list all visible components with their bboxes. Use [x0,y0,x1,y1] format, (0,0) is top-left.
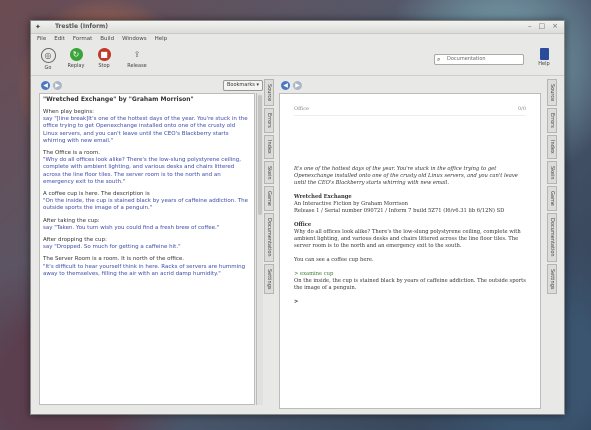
object-list: You can see a coffee cup here. [294,257,374,263]
tab-settings[interactable]: Settings [547,263,557,295]
tab-source[interactable]: Source [264,79,274,107]
command-response: On the inside, the cup is stained black … [294,278,526,291]
help-button[interactable]: Help [534,48,554,67]
tab-index[interactable]: Index [264,134,274,159]
minimize-button[interactable]: – [528,22,532,30]
menu-edit[interactable]: Edit [54,36,65,42]
tab-documentation[interactable]: Documentation [547,213,557,262]
player-command: > examine cup [294,271,334,277]
toolbar: ◎ Go ↻ Replay ■ Stop ⇪ Release ⌕ Documen… [31,45,564,76]
window-title: Trestle (Inform) [55,23,109,30]
menu-format[interactable]: Format [73,36,92,42]
menu-windows[interactable]: Windows [122,36,147,42]
menu-bar: File Edit Format Build Windows Help [31,34,564,44]
source-entry: When play begins: say "[line break]It's … [43,109,248,144]
room-description: Why do all offices look alike? There's t… [294,229,521,249]
story-text: It's one of the hottest days of the year… [294,166,526,313]
source-entry: After dropping the cup: say "Dropped. So… [43,237,181,251]
source-entry: After taking the cup: say "Taken. You tu… [43,217,220,231]
forward-arrow-icon[interactable]: ▶ [293,81,302,90]
tab-settings[interactable]: Settings [264,263,274,295]
right-nav-bar: ◀ ▶ [279,79,541,91]
source-scrollbar[interactable] [256,93,263,405]
tab-index[interactable]: Index [547,134,557,159]
close-button[interactable]: × [552,22,558,30]
input-prompt[interactable]: > [294,299,526,306]
source-pane: ◀ ▶ Bookmarks ▾ "Wretched Exchange" by "… [39,79,263,409]
replay-icon: ↻ [69,48,83,61]
tab-skein[interactable]: Skein [547,160,557,185]
title-bar: ✦ Trestle (Inform) – □ × [31,21,564,34]
tab-documentation[interactable]: Documentation [264,213,274,262]
tab-game[interactable]: Game [547,186,557,212]
go-button[interactable]: ◎ Go [35,48,61,71]
bookmarks-dropdown[interactable]: Bookmarks ▾ [222,80,263,91]
source-entry: The Server Room is a room. It is north o… [43,256,246,277]
command-block: > examine cup On the inside, the cup is … [294,271,526,292]
game-title: Wretched Exchange [294,194,352,200]
stop-button[interactable]: ■ Stop [91,48,117,69]
app-icon: ✦ [35,23,41,31]
tab-errors[interactable]: Errors [264,108,274,133]
tab-errors[interactable]: Errors [547,108,557,133]
forward-arrow-icon[interactable]: ▶ [53,81,62,90]
source-entry: The Office is a room. "Why do all office… [43,150,242,185]
status-score: 0/0 [517,106,526,112]
menu-file[interactable]: File [37,36,46,42]
stop-icon: ■ [97,48,111,61]
banner: Wretched Exchange An Interactive Fiction… [294,194,526,215]
source-heading: "Wretched Exchange" by "Graham Morrison" [43,96,194,103]
right-tab-strip: Source Errors Index Skein Game Documenta… [547,79,557,295]
room-block: Office Why do all offices look alike? Th… [294,222,526,250]
game-output[interactable]: Office 0/0 It's one of the hottest days … [279,93,541,409]
menu-build[interactable]: Build [100,36,114,42]
tab-game[interactable]: Game [264,186,274,212]
intro-text: It's one of the hottest days of the year… [294,166,518,186]
release-button[interactable]: ⇪ Release [121,48,153,69]
source-editor[interactable]: "Wretched Exchange" by "Graham Morrison"… [39,93,255,405]
release-info: Release 1 / Serial number 090721 / Infor… [294,208,505,214]
room-name: Office [294,222,312,228]
go-icon: ◎ [40,48,56,63]
source-entry: A coffee cup is here. The description is… [43,191,248,212]
status-line: Office 0/0 [294,106,526,116]
book-icon [539,48,549,60]
maximize-button[interactable]: □ [539,22,546,30]
back-arrow-icon[interactable]: ◀ [281,81,290,90]
scrollbar-thumb[interactable] [258,95,262,215]
search-icon: ⌕ [437,56,441,63]
menu-help[interactable]: Help [155,36,168,42]
game-pane: ◀ ▶ Office 0/0 It's one of the hottest d… [279,79,541,409]
left-tab-strip: Source Errors Index Skein Game Documenta… [264,79,274,295]
byline: An Interactive Fiction by Graham Morriso… [294,201,408,207]
replay-button[interactable]: ↻ Replay [63,48,89,69]
back-arrow-icon[interactable]: ◀ [41,81,50,90]
left-nav-bar: ◀ ▶ Bookmarks ▾ [39,79,263,91]
main-window: ✦ Trestle (Inform) – □ × File Edit Forma… [30,20,565,415]
status-location: Office [294,106,310,112]
documentation-search-field[interactable]: ⌕ Documentation [434,54,524,65]
tab-skein[interactable]: Skein [264,160,274,185]
tab-source[interactable]: Source [547,79,557,107]
release-icon: ⇪ [133,50,141,59]
